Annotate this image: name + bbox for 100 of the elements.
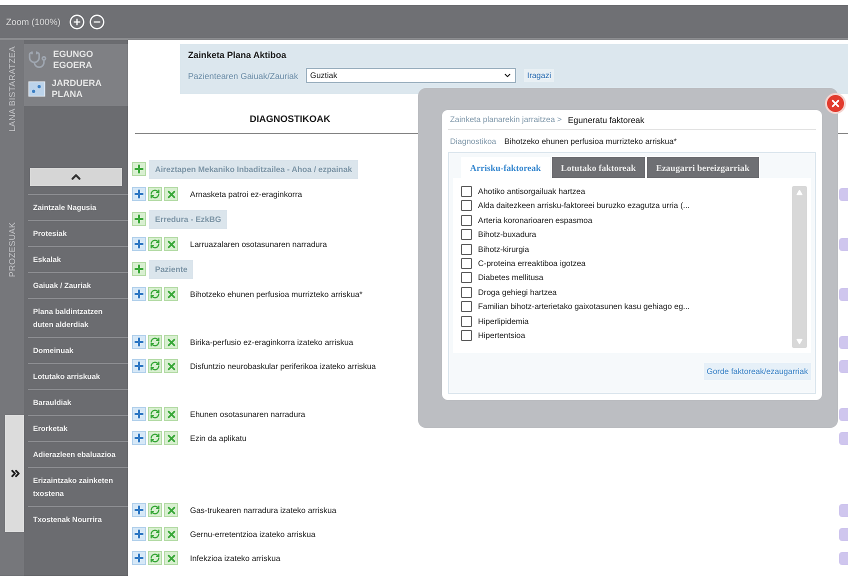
checkbox[interactable] <box>461 258 472 269</box>
diagnosis-label: Diagnostikoa <box>450 136 496 146</box>
add-button[interactable] <box>132 551 146 565</box>
edit-button[interactable] <box>839 408 848 420</box>
breadcrumb-link[interactable]: Zainketa planarekin jarraitzea > <box>450 115 562 124</box>
panel-title: Zainketa Plana Aktiboa <box>188 50 288 60</box>
refresh-button[interactable] <box>148 335 162 349</box>
zoom-label: Zoom (100%) <box>6 16 61 26</box>
group-label: Aireztapen Mekaniko Inbaditzailea - Ahoa / ezpainak <box>149 160 358 178</box>
factor-label: Familian bihotz-arterietako gaixotasunen kasu gehiago eg... <box>478 302 690 312</box>
refresh-button[interactable] <box>148 237 162 251</box>
add-button[interactable] <box>132 335 146 349</box>
close-button[interactable] <box>825 93 846 114</box>
add-button[interactable] <box>132 187 146 201</box>
add-button[interactable] <box>132 503 146 517</box>
checkbox[interactable] <box>461 286 472 298</box>
edit-button[interactable] <box>839 360 848 372</box>
checkbox[interactable] <box>461 200 472 212</box>
delete-button[interactable] <box>164 359 178 373</box>
scroll-up-icon[interactable] <box>796 189 803 196</box>
delete-button[interactable] <box>164 431 178 445</box>
diagnosis-text: Disfuntzio neurobaskular periferikoa izateko arriskua <box>190 362 376 370</box>
diagnosis-text: Arnasketa patroi ez-eraginkorra <box>190 190 302 198</box>
zoom-in-button[interactable] <box>68 14 85 30</box>
diagnosis-text: Ezin da aplikatu <box>190 434 246 442</box>
add-button[interactable] <box>132 212 146 226</box>
refresh-button[interactable] <box>148 551 162 565</box>
view-label: LANA BISTARATZEA <box>7 46 17 132</box>
filter-select[interactable]: Guztiak <box>306 68 516 83</box>
checkbox[interactable] <box>461 214 472 226</box>
edit-button[interactable] <box>839 528 848 540</box>
diagnosis-text: Infekzioa izateko arriskua <box>190 554 280 562</box>
refresh-button[interactable] <box>148 503 162 517</box>
filter-button[interactable]: Iragazi <box>524 69 554 82</box>
checkbox[interactable] <box>461 186 472 197</box>
factor-label: Bihotz-buxadura <box>478 230 536 240</box>
tab[interactable]: Ezaugarri bereizgarriak <box>646 157 758 178</box>
edit-button[interactable] <box>839 288 848 300</box>
delete-button[interactable] <box>164 287 178 301</box>
refresh-button[interactable] <box>148 407 162 421</box>
add-button[interactable] <box>132 407 146 421</box>
tab[interactable]: Arrisku-faktoreak <box>461 157 550 178</box>
diagnosis-text: Birika-perfusio ez-eraginkorra izateko arriskua <box>190 338 354 346</box>
refresh-button[interactable] <box>148 187 162 201</box>
delete-button[interactable] <box>164 335 178 349</box>
add-button[interactable] <box>132 262 146 276</box>
column-heading: DIAGNOSTIKOAK <box>248 114 332 125</box>
diagnosis-text: Larruazalaren osotasunaren narradura <box>190 240 327 248</box>
add-button[interactable] <box>132 431 146 445</box>
edit-button[interactable] <box>839 188 848 200</box>
edit-button[interactable] <box>839 336 848 348</box>
factor-label: Bihotz-kirurgia <box>478 244 530 254</box>
group-label: Paziente <box>149 260 194 278</box>
save-button[interactable]: Gorde faktoreak/ezaugarriak <box>704 363 811 380</box>
refresh-button[interactable] <box>148 287 162 301</box>
checkbox[interactable] <box>461 229 472 240</box>
nav-item[interactable]: JARDUERA PLANA <box>28 78 118 100</box>
refresh-button[interactable] <box>148 359 162 373</box>
refresh-button[interactable] <box>148 527 162 541</box>
delete-button[interactable] <box>164 527 178 541</box>
diagnosis-value: Bihotzeko ehunen perfusioa murrizteko arriskua* <box>504 136 677 146</box>
caret-icon <box>503 71 512 80</box>
checkbox[interactable] <box>461 272 472 284</box>
diagnosis-text: Ehunen osotasunaren narradura <box>190 410 306 418</box>
scrollbar[interactable] <box>792 186 807 348</box>
plan-icon <box>28 79 46 99</box>
checkbox[interactable] <box>461 244 472 255</box>
delete-button[interactable] <box>164 551 178 565</box>
add-button[interactable] <box>132 287 146 301</box>
factor-label: Arteria koronarioaren espasmoa <box>478 216 592 225</box>
factor-label: Hiperlipidemia <box>478 316 529 326</box>
zoom-out-button[interactable] <box>88 14 105 30</box>
add-button[interactable] <box>132 237 146 251</box>
processes-label: PROZESUAK <box>7 222 17 277</box>
refresh-button[interactable] <box>148 431 162 445</box>
checkbox[interactable] <box>461 316 472 327</box>
edit-button[interactable] <box>839 238 848 250</box>
add-button[interactable] <box>132 527 146 541</box>
checkbox[interactable] <box>461 301 472 312</box>
nav-item[interactable]: EGUNGO EGOERA <box>28 48 118 72</box>
add-button[interactable] <box>132 359 146 373</box>
scroll-down-icon[interactable] <box>796 338 803 345</box>
edit-button[interactable] <box>839 552 848 564</box>
delete-button[interactable] <box>164 237 178 251</box>
delete-button[interactable] <box>164 503 178 517</box>
delete-button[interactable] <box>164 187 178 201</box>
checkbox[interactable] <box>461 330 472 341</box>
diagnosis-text: Gernu-erretentzioa izateko arriskua <box>190 530 316 538</box>
diagnosis-text: Gas-trukearen narradura izateko arriskua <box>190 506 336 514</box>
edit-button[interactable] <box>839 432 848 444</box>
add-button[interactable] <box>132 162 146 176</box>
delete-button[interactable] <box>164 407 178 421</box>
filter-label: Pazientearen Gaiuak/Zauriak <box>188 70 298 80</box>
edit-button[interactable] <box>839 504 848 516</box>
close-icon <box>830 98 841 109</box>
tab[interactable]: Lotutako faktoreak <box>552 157 645 178</box>
factor-label: Ahotiko antisorgailuak hartzea <box>478 187 586 196</box>
expand-button[interactable] <box>5 415 25 532</box>
dialog-title: Eguneratu faktoreak <box>568 114 644 124</box>
group-label: Erredura - EzkBG <box>149 210 228 228</box>
